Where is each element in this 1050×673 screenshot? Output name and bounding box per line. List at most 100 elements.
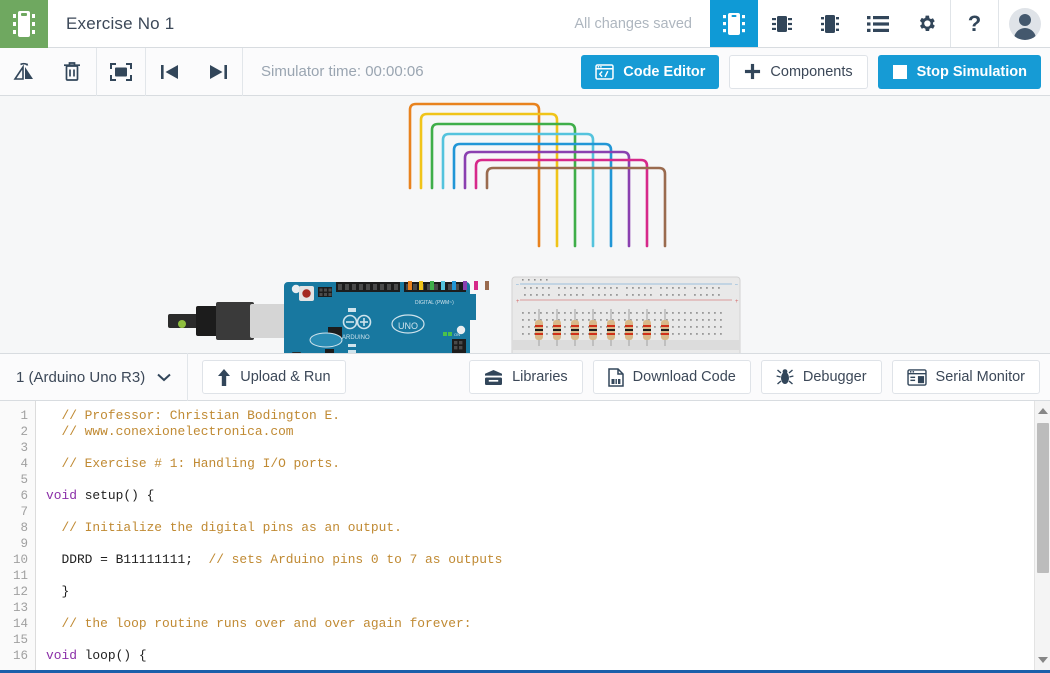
download-code-button[interactable]: Download Code — [592, 360, 751, 394]
stop-simulation-button[interactable]: Stop Simulation — [877, 54, 1041, 89]
code-toolbar: 1 (Arduino Uno R3) Upload & Run Librarie… — [0, 353, 1050, 401]
libraries-label: Libraries — [512, 369, 568, 385]
list-icon[interactable] — [854, 0, 902, 47]
chevron-down-icon — [157, 373, 171, 381]
scroll-up-arrow[interactable] — [1038, 408, 1048, 414]
code-token: // Initialize the digital pins as an out… — [46, 520, 402, 535]
line-number: 3 — [20, 441, 28, 455]
line-number: 13 — [12, 601, 28, 615]
page-title[interactable]: Exercise No 1 — [48, 0, 174, 47]
line-number: 14 — [12, 617, 28, 631]
line-number-gutter: 1 2 3 4 5 6 7 8 9 10 11 12 13 14 15 16 — [0, 401, 36, 670]
code-line[interactable] — [46, 600, 1050, 616]
code-line[interactable] — [46, 568, 1050, 584]
code-line[interactable]: } — [46, 584, 1050, 600]
scrollbar-thumb[interactable] — [1037, 423, 1049, 573]
save-status: All changes saved — [574, 15, 692, 32]
code-token: // www.conexionelectronica.com — [46, 424, 294, 439]
debugger-button[interactable]: Debugger — [760, 360, 882, 394]
question-mark-glyph: ? — [967, 10, 982, 36]
line-number: 2 — [20, 425, 28, 439]
board-selector[interactable]: 1 (Arduino Uno R3) — [0, 353, 187, 401]
code-line[interactable]: void loop() { — [46, 648, 1050, 664]
debugger-label: Debugger — [802, 369, 867, 385]
serial-monitor-button[interactable]: Serial Monitor — [891, 360, 1040, 394]
svg-text:+: + — [516, 299, 520, 305]
step-back-button[interactable] — [146, 48, 194, 96]
code-token: } — [46, 584, 70, 599]
code-line[interactable]: // Professor: Christian Bodington E. — [46, 408, 1050, 424]
code-text-area[interactable]: // Professor: Christian Bodington E. // … — [36, 401, 1050, 670]
code-token: void — [46, 488, 77, 503]
ic-horizontal-glyph — [772, 15, 792, 32]
code-line[interactable] — [46, 632, 1050, 648]
code-editor[interactable]: 1 2 3 4 5 6 7 8 9 10 11 12 13 14 15 16 // Professor: Ch… — [0, 401, 1050, 673]
chip-view-glyph — [723, 12, 745, 35]
editor-scrollbar[interactable] — [1034, 401, 1050, 670]
scroll-down-arrow[interactable] — [1038, 657, 1048, 663]
code-token: // sets Arduino pins 0 to 7 as outputs — [208, 552, 503, 567]
line-number: 16 — [12, 649, 28, 663]
code-toolbar-actions: Libraries Download Code Debugger Serial … — [469, 360, 1050, 394]
header-spacer — [174, 0, 556, 47]
bug-icon — [776, 369, 794, 385]
components-icon[interactable] — [758, 0, 806, 47]
avatar[interactable] — [998, 0, 1050, 47]
step-forward-button[interactable] — [194, 48, 242, 96]
code-line[interactable]: // Initialize the digital pins as an out… — [46, 520, 1050, 536]
code-line[interactable]: // www.conexionelectronica.com — [46, 424, 1050, 440]
download-code-label: Download Code — [632, 369, 736, 385]
code-line[interactable] — [46, 440, 1050, 456]
code-line[interactable]: // the loop routine runs over and over a… — [46, 616, 1050, 632]
board-selector-label: 1 (Arduino Uno R3) — [16, 368, 146, 386]
components-button[interactable]: Components — [729, 54, 868, 89]
libraries-icon — [485, 369, 503, 385]
code-editor-button[interactable]: Code Editor — [581, 54, 720, 89]
simulator-time: Simulator time: 00:00:06 — [261, 63, 424, 80]
code-line[interactable] — [46, 472, 1050, 488]
line-number: 5 — [20, 473, 28, 487]
fit-icon — [110, 62, 132, 81]
code-token: DDRD = B11111111; — [46, 552, 209, 567]
code-line[interactable]: void setup() { — [46, 488, 1050, 504]
stop-icon — [892, 64, 907, 79]
line-number: 12 — [12, 585, 28, 599]
line-number: 4 — [20, 457, 28, 471]
line-number: 7 — [20, 505, 28, 519]
rotate-button[interactable] — [0, 48, 48, 96]
plus-icon — [745, 63, 761, 80]
download-code-icon — [607, 367, 624, 387]
code-token: loop() { — [76, 648, 147, 663]
upload-run-button[interactable]: Upload & Run — [202, 360, 346, 394]
breadboard-icon[interactable] — [806, 0, 854, 47]
svg-text:+: + — [735, 299, 739, 305]
line-number: 8 — [20, 521, 28, 535]
ic-vertical-glyph — [821, 14, 839, 33]
zoom-to-fit-button[interactable] — [97, 48, 145, 96]
help-icon[interactable]: ? — [950, 0, 998, 47]
rotate-icon — [13, 62, 33, 80]
simulation-toolbar: Simulator time: 00:00:06 Code Editor Com… — [0, 47, 1050, 96]
code-line[interactable]: DDRD = B11111111; // sets Arduino pins 0… — [46, 552, 1050, 568]
libraries-button[interactable]: Libraries — [469, 360, 583, 394]
code-line[interactable] — [46, 536, 1050, 552]
code-token: setup() { — [76, 488, 155, 503]
delete-button[interactable] — [48, 48, 96, 96]
gear-icon[interactable] — [902, 0, 950, 47]
previous-icon — [161, 64, 178, 79]
code-editor-label: Code Editor — [623, 63, 706, 80]
code-token: // Professor: Christian Bodington E. — [46, 408, 340, 423]
board-silk-digital: DIGITAL (PWM~) — [415, 300, 454, 306]
code-line[interactable]: // Exercise # 1: Handling I/O ports. — [46, 456, 1050, 472]
serial-monitor-icon — [906, 368, 927, 386]
stop-simulation-label: Stop Simulation — [916, 63, 1027, 80]
code-line[interactable] — [46, 504, 1050, 520]
brand-tile[interactable] — [0, 0, 48, 48]
svg-text:ON: ON — [454, 332, 460, 337]
line-number: 9 — [20, 537, 28, 551]
avatar-image — [1008, 7, 1041, 40]
line-number: 1 — [20, 409, 28, 423]
chip-view-icon[interactable] — [710, 0, 758, 47]
circuit-canvas[interactable]: DIGITAL (PWM~) ARDUINO UNO POWER ANALOG … — [0, 96, 1050, 353]
svg-text:–: – — [516, 282, 519, 288]
